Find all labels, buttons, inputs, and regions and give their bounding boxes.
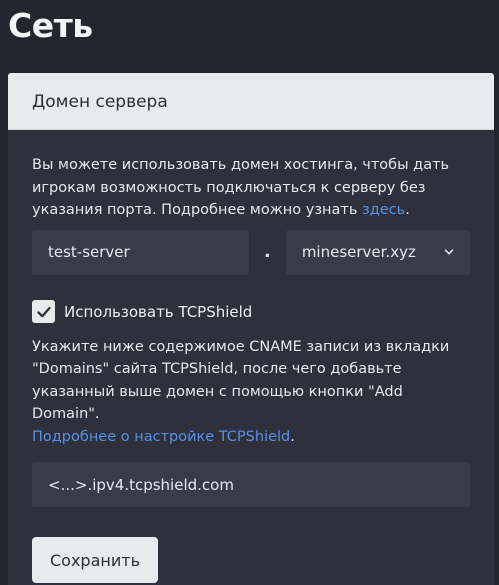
- tcpshield-row: Использовать TCPShield: [32, 300, 470, 324]
- domain-select[interactable]: mineserver.xyz: [285, 229, 470, 275]
- tcpshield-link-end: .: [290, 428, 295, 445]
- check-icon: [36, 306, 51, 317]
- domain-description: Вы можете использовать домен хостинга, ч…: [32, 154, 470, 222]
- domain-select-value: mineserver.xyz: [301, 243, 416, 261]
- domain-description-end: .: [405, 202, 410, 218]
- tcpshield-description-text: Укажите ниже содержимое CNAME записи из …: [32, 338, 450, 423]
- card-header: Домен сервера: [8, 73, 494, 130]
- here-link[interactable]: здесь: [362, 202, 405, 218]
- page-title: Сеть: [8, 6, 93, 45]
- server-domain-card: Домен сервера Вы можете использовать дом…: [8, 73, 494, 585]
- save-button[interactable]: Сохранить: [32, 537, 158, 583]
- tcpshield-docs-link[interactable]: Подробнее о настройке TCPShield: [32, 429, 290, 445]
- cname-input[interactable]: <...>.ipv4.tcpshield.com: [32, 462, 470, 507]
- domain-separator: .: [264, 242, 271, 262]
- tcpshield-description: Укажите ниже содержимое CNAME записи из …: [32, 336, 470, 449]
- domain-row: test-server . mineserver.xyz: [32, 229, 470, 275]
- tcpshield-label[interactable]: Использовать TCPShield: [64, 303, 252, 321]
- card-body: Вы можете использовать домен хостинга, ч…: [8, 130, 494, 583]
- chevron-down-icon: [444, 249, 454, 255]
- tcpshield-checkbox[interactable]: [32, 300, 55, 323]
- subdomain-input[interactable]: test-server: [32, 229, 250, 275]
